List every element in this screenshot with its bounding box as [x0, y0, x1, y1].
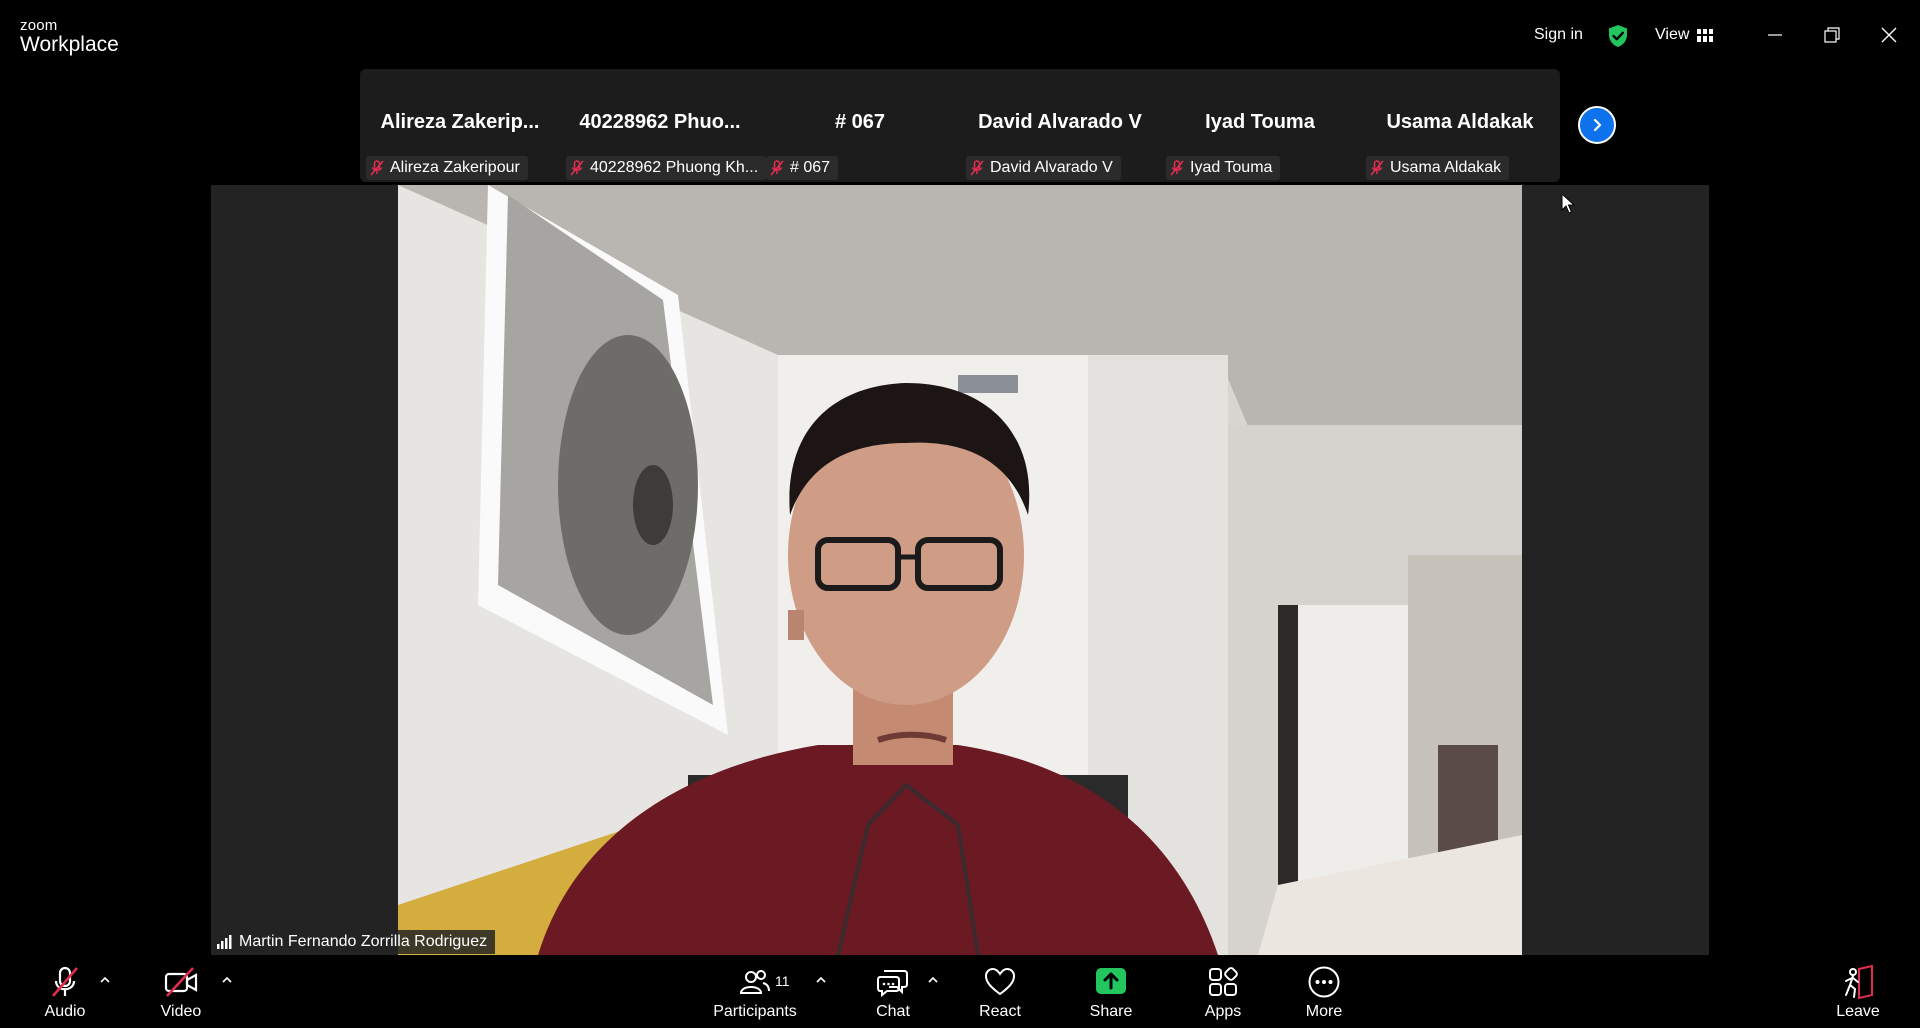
share-screen-icon: [1096, 968, 1126, 994]
more-button[interactable]: More: [1279, 965, 1369, 1021]
participant-chip-label: Iyad Touma: [1190, 159, 1273, 176]
react-button[interactable]: React: [955, 965, 1045, 1021]
participants-count: 11: [775, 973, 790, 989]
participant-name-chip: 40228962 Phuong Kh...: [566, 156, 767, 180]
restore-icon[interactable]: [1817, 20, 1847, 50]
share-button[interactable]: Share: [1066, 965, 1156, 1021]
participant-chip-label: # 067: [790, 159, 831, 176]
chat-options-chevron-up-icon[interactable]: [926, 975, 940, 985]
speaker-name: Martin Fernando Zorrilla Rodriguez: [239, 933, 488, 950]
view-label: View: [1655, 26, 1690, 43]
video-off-icon: [164, 967, 198, 997]
audio-button[interactable]: Audio: [20, 965, 110, 1021]
participant-tile-name: Iyad Touma: [1205, 111, 1315, 133]
participant-tile-name: David Alvarado V: [978, 111, 1142, 133]
participants-label: Participants: [713, 1003, 797, 1020]
heart-icon: [984, 967, 1016, 996]
video-options-chevron-up-icon[interactable]: [220, 975, 234, 985]
muted-mic-icon: [1170, 160, 1184, 176]
leave-button[interactable]: Leave: [1813, 965, 1903, 1021]
zoom-workplace-logo: zoom Workplace: [20, 18, 119, 55]
view-button[interactable]: View: [1655, 26, 1714, 44]
participant-chip-label: Alireza Zakeripour: [390, 159, 520, 176]
participants-options-chevron-up-icon[interactable]: [814, 975, 828, 985]
react-label: React: [979, 1003, 1021, 1020]
minimize-icon[interactable]: [1760, 20, 1790, 50]
participant-tile-name: Usama Aldakak: [1386, 111, 1534, 133]
signal-bars-icon: [217, 935, 232, 949]
participant-chip-label: Usama Aldakak: [1390, 159, 1502, 176]
sign-in-button[interactable]: Sign in: [1534, 26, 1583, 44]
more-options-icon: [1308, 966, 1340, 998]
gallery-grid-icon: [1697, 28, 1714, 42]
close-icon[interactable]: [1874, 20, 1904, 50]
participant-chip-label: David Alvarado V: [990, 159, 1113, 176]
participant-tile-name: Alireza Zakerip...: [380, 111, 540, 133]
chevron-right-icon: [1593, 118, 1602, 132]
participant-tile-name: 40228962 Phuo...: [579, 111, 741, 133]
participant-name-chip: # 067: [766, 156, 839, 180]
speaker-video-frame: [398, 185, 1522, 955]
strip-next-button[interactable]: [1578, 106, 1616, 144]
meeting-toolbar: Audio Video Participants 11 Chat React S…: [0, 955, 1920, 1028]
more-label: More: [1305, 1003, 1343, 1020]
chat-label: Chat: [876, 1003, 910, 1020]
apps-button[interactable]: Apps: [1178, 965, 1268, 1021]
participant-name-chip: David Alvarado V: [966, 156, 1121, 180]
video-label: Video: [160, 1003, 202, 1020]
chat-button[interactable]: Chat: [848, 965, 938, 1021]
logo-zoom-text: zoom: [20, 17, 58, 34]
speaker-nameplate: Martin Fernando Zorrilla Rodriguez: [211, 930, 496, 954]
participant-name-chip: Alireza Zakeripour: [366, 156, 528, 180]
apps-icon: [1209, 967, 1238, 996]
security-shield-icon[interactable]: [1607, 24, 1629, 48]
muted-mic-icon: [770, 160, 784, 176]
leave-label: Leave: [1836, 1003, 1880, 1020]
participant-tile[interactable]: Usama Aldakak Usama Aldakak: [1360, 69, 1560, 182]
participant-tile[interactable]: David Alvarado V David Alvarado V: [960, 69, 1160, 182]
muted-mic-icon: [1370, 160, 1384, 176]
audio-options-chevron-up-icon[interactable]: [98, 975, 112, 985]
logo-workplace-text: Workplace: [20, 33, 119, 56]
participant-tile-name: # 067: [834, 111, 886, 133]
participants-icon: [739, 970, 770, 994]
participant-tile[interactable]: Alireza Zakerip... Alireza Zakeripour: [360, 69, 560, 182]
leave-door-icon: [1845, 965, 1873, 999]
participant-tile[interactable]: Iyad Touma Iyad Touma: [1160, 69, 1360, 182]
muted-mic-icon: [970, 160, 984, 176]
video-button[interactable]: Video: [136, 965, 226, 1021]
participant-name-chip: Usama Aldakak: [1366, 156, 1510, 180]
audio-label: Audio: [44, 1003, 86, 1020]
participant-tile[interactable]: # 067 # 067: [760, 69, 960, 182]
participant-chip-label: 40228962 Phuong Kh...: [590, 159, 759, 176]
participant-name-chip: Iyad Touma: [1166, 156, 1281, 180]
participant-strip: Alireza Zakerip... Alireza Zakeripour 40…: [360, 69, 1560, 182]
title-bar: zoom Workplace Sign in View: [0, 0, 1920, 70]
muted-mic-icon: [570, 160, 584, 176]
share-label: Share: [1089, 1003, 1133, 1020]
chat-icon: [877, 970, 908, 998]
mouse-cursor-icon: [1561, 193, 1575, 214]
apps-label: Apps: [1204, 1003, 1242, 1020]
participant-tile[interactable]: 40228962 Phuo... 40228962 Phuong Kh...: [560, 69, 767, 182]
muted-mic-icon: [370, 160, 384, 176]
muted-mic-icon: [52, 966, 78, 997]
speaker-video[interactable]: [398, 185, 1522, 955]
